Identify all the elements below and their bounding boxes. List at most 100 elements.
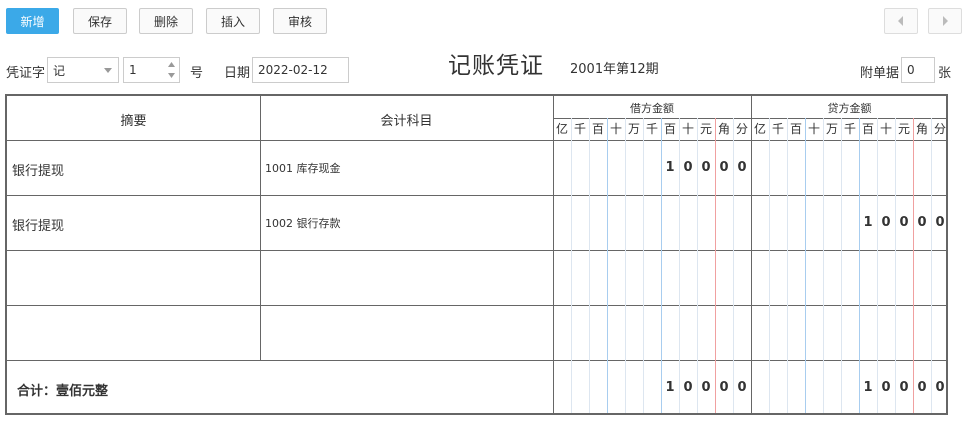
amount-digit: 0	[899, 215, 909, 230]
column-divider	[260, 96, 261, 360]
unit-divider	[625, 118, 626, 413]
voucher-word-value: 记	[53, 63, 66, 78]
audit-button[interactable]: 审核	[273, 8, 327, 34]
attachments-value: 0	[907, 63, 915, 77]
unit-divider	[877, 118, 878, 413]
voucher-number-stepper[interactable]: 1	[123, 57, 180, 83]
insert-button[interactable]: 插入	[206, 8, 260, 34]
amount-digit: 1	[863, 380, 873, 395]
unit-divider	[769, 118, 770, 413]
unit-divider	[697, 118, 698, 413]
chevron-right-icon	[943, 16, 948, 26]
unit-label: 百	[591, 122, 604, 136]
amount-digit: 0	[737, 160, 747, 175]
unit-label: 十	[807, 122, 820, 136]
caret-down-icon	[104, 68, 112, 73]
unit-label: 千	[645, 122, 658, 136]
amount-digit: 0	[683, 380, 693, 395]
row-divider	[7, 140, 948, 141]
amount-digit: 0	[881, 215, 891, 230]
hao-label: 号	[190, 66, 204, 81]
amount-digit: 0	[899, 380, 909, 395]
amount-digit: 1	[665, 380, 675, 395]
voucher-word-label: 凭证字	[6, 66, 46, 81]
date-label: 日期	[224, 66, 251, 81]
unit-divider	[841, 118, 842, 413]
column-divider	[553, 96, 554, 413]
unit-divider	[607, 118, 608, 413]
voucher-word-select[interactable]: 记	[47, 57, 119, 83]
unit-divider	[859, 118, 860, 413]
next-voucher-button[interactable]	[928, 8, 962, 34]
unit-label: 百	[789, 122, 802, 136]
row-divider	[7, 305, 948, 306]
unit-label: 分	[933, 122, 946, 136]
delete-button[interactable]: 删除	[139, 8, 193, 34]
column-header-summary: 摘要	[120, 114, 147, 129]
voucher-title: 记账凭证	[448, 53, 544, 79]
amount-digit: 1	[665, 160, 675, 175]
column-header-debit: 借方金额	[630, 102, 674, 115]
amount-digit: 0	[701, 380, 711, 395]
total-label: 合计：壹佰元整	[17, 384, 109, 399]
unit-divider	[643, 118, 644, 413]
unit-label: 千	[573, 122, 586, 136]
unit-divider	[715, 118, 716, 413]
column-divider	[751, 96, 752, 413]
save-button[interactable]: 保存	[73, 8, 127, 34]
new-button[interactable]: 新增	[6, 8, 59, 34]
unit-label: 千	[843, 122, 856, 136]
attachments-label: 附单据	[860, 66, 900, 81]
row-summary: 银行提现	[12, 164, 65, 179]
amount-digit: 0	[917, 215, 927, 230]
unit-label: 百	[663, 122, 676, 136]
unit-label: 万	[627, 122, 640, 136]
unit-label: 角	[717, 122, 730, 136]
amount-digit: 1	[863, 215, 873, 230]
row-account: 1001 库存现金	[265, 162, 341, 175]
voucher-number-value: 1	[129, 63, 137, 77]
unit-divider	[787, 118, 788, 413]
unit-divider	[661, 118, 662, 413]
attachments-input[interactable]: 0	[901, 57, 935, 83]
amount-digit: 0	[881, 380, 891, 395]
unit-label: 元	[897, 122, 910, 136]
unit-divider	[679, 118, 680, 413]
date-field[interactable]: 2022-02-12	[252, 57, 349, 83]
unit-divider	[931, 118, 932, 413]
row-account: 1002 银行存款	[265, 217, 341, 230]
row-divider	[7, 250, 948, 251]
unit-label: 万	[825, 122, 838, 136]
chevron-left-icon	[898, 16, 903, 26]
unit-label: 十	[681, 122, 694, 136]
amount-digit: 0	[935, 215, 945, 230]
unit-label: 十	[609, 122, 622, 136]
amount-digit: 0	[935, 380, 945, 395]
date-value: 2022-02-12	[258, 63, 328, 77]
amount-digit: 0	[917, 380, 927, 395]
prev-voucher-button[interactable]	[884, 8, 918, 34]
unit-divider	[733, 118, 734, 413]
unit-label: 亿	[555, 122, 568, 136]
row-divider	[7, 195, 948, 196]
amount-digit: 0	[683, 160, 693, 175]
stepper-up-icon[interactable]	[168, 62, 175, 67]
amount-digit: 0	[737, 380, 747, 395]
period-label: 2001年第12期	[570, 62, 659, 77]
column-header-credit: 贷方金额	[827, 102, 872, 115]
unit-label: 分	[735, 122, 748, 136]
zhang-label: 张	[938, 66, 952, 81]
amount-digit: 0	[701, 160, 711, 175]
unit-label: 百	[861, 122, 874, 136]
stepper-down-icon[interactable]	[168, 73, 175, 78]
unit-label: 亿	[753, 122, 766, 136]
column-header-account: 会计科目	[380, 114, 433, 129]
row-summary: 银行提现	[12, 219, 65, 234]
unit-divider	[571, 118, 572, 413]
amount-digit: 0	[719, 380, 729, 395]
unit-divider	[895, 118, 896, 413]
amount-digit: 0	[719, 160, 729, 175]
unit-divider	[589, 118, 590, 413]
unit-divider	[823, 118, 824, 413]
unit-label: 元	[699, 122, 712, 136]
